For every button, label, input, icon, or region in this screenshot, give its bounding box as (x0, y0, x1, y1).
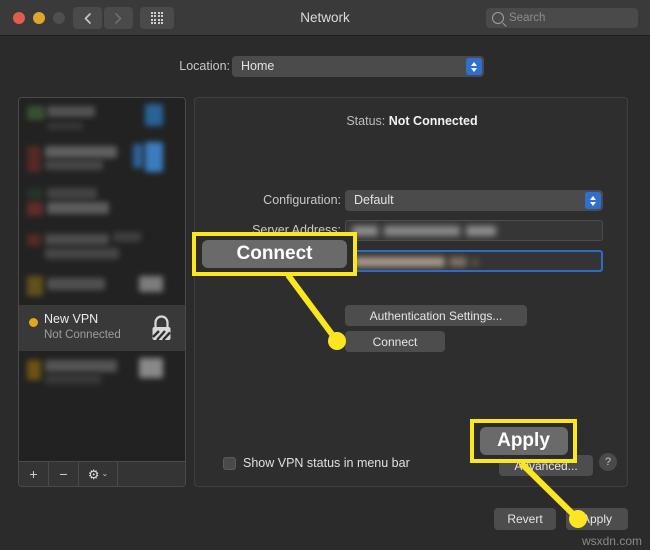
status-label: Status: (346, 114, 386, 128)
location-select[interactable]: Home (232, 56, 484, 77)
chevron-updown-icon[interactable] (585, 192, 601, 209)
revert-label: Revert (507, 512, 543, 526)
location-value: Home (241, 59, 275, 73)
blurred-service-list-top[interactable] (19, 98, 185, 298)
question-mark-icon: ? (604, 456, 612, 468)
configuration-label: Configuration: (263, 193, 341, 207)
status-dot-icon (29, 318, 38, 327)
search-input[interactable]: Search (486, 8, 638, 28)
help-button[interactable]: ? (599, 453, 617, 471)
watermark: wsxdn.com (581, 534, 642, 548)
gear-icon: ⚙ (87, 466, 100, 482)
status-row: Status: Not Connected (195, 114, 629, 128)
show-vpn-status-checkbox[interactable] (223, 456, 236, 470)
server-address-row: Server Address: (195, 220, 341, 242)
sidebar-item-status: Not Connected (44, 329, 121, 341)
authentication-settings-label: Authentication Settings... (369, 308, 503, 323)
apply-button[interactable]: Apply (566, 508, 628, 530)
remove-service-button[interactable]: − (49, 462, 79, 486)
location-row: Location: Home (0, 56, 650, 80)
show-vpn-status-label: Show VPN status in menu bar (243, 456, 410, 470)
plus-icon: + (29, 466, 38, 482)
account-name-input[interactable] (345, 250, 603, 272)
location-label: Location: (179, 59, 230, 73)
title-bar: Network Search (0, 0, 650, 36)
add-service-button[interactable]: + (19, 462, 49, 486)
connect-button[interactable]: Connect (345, 331, 445, 352)
service-list-sidebar[interactable]: New VPN Not Connected + − ⚙ ⌄ (18, 97, 186, 487)
configuration-select[interactable]: Default (345, 190, 603, 211)
service-actions-button[interactable]: ⚙ ⌄ (79, 462, 118, 486)
status-value: Not Connected (388, 114, 478, 128)
connect-label: Connect (372, 334, 418, 349)
minus-icon: − (59, 466, 68, 482)
apply-label: Apply (581, 512, 613, 526)
configuration-value: Default (354, 193, 394, 207)
authentication-settings-button[interactable]: Authentication Settings... (345, 305, 527, 326)
service-detail-panel: Status: Not Connected Configuration: Def… (194, 97, 628, 487)
chevron-down-icon: ⌄ (101, 469, 109, 478)
chevron-updown-icon[interactable] (466, 58, 482, 75)
server-address-label: Server Address: (252, 223, 341, 237)
network-preferences-window: Network Search Location: Home New VPN No… (0, 0, 650, 550)
sidebar-item-label: New VPN (44, 312, 99, 326)
search-icon (492, 12, 504, 24)
vpn-lock-icon (152, 315, 171, 341)
advanced-button[interactable]: Advanced... (499, 455, 593, 476)
sidebar-toolbar: + − ⚙ ⌄ (19, 461, 185, 486)
advanced-label: Advanced... (514, 458, 578, 473)
search-placeholder: Search (509, 12, 546, 24)
sidebar-item-new-vpn[interactable]: New VPN Not Connected (19, 305, 185, 351)
revert-button[interactable]: Revert (494, 508, 556, 530)
configuration-row: Configuration: (195, 190, 341, 212)
server-address-input[interactable] (345, 220, 603, 241)
show-vpn-status-row[interactable]: Show VPN status in menu bar (223, 456, 410, 470)
